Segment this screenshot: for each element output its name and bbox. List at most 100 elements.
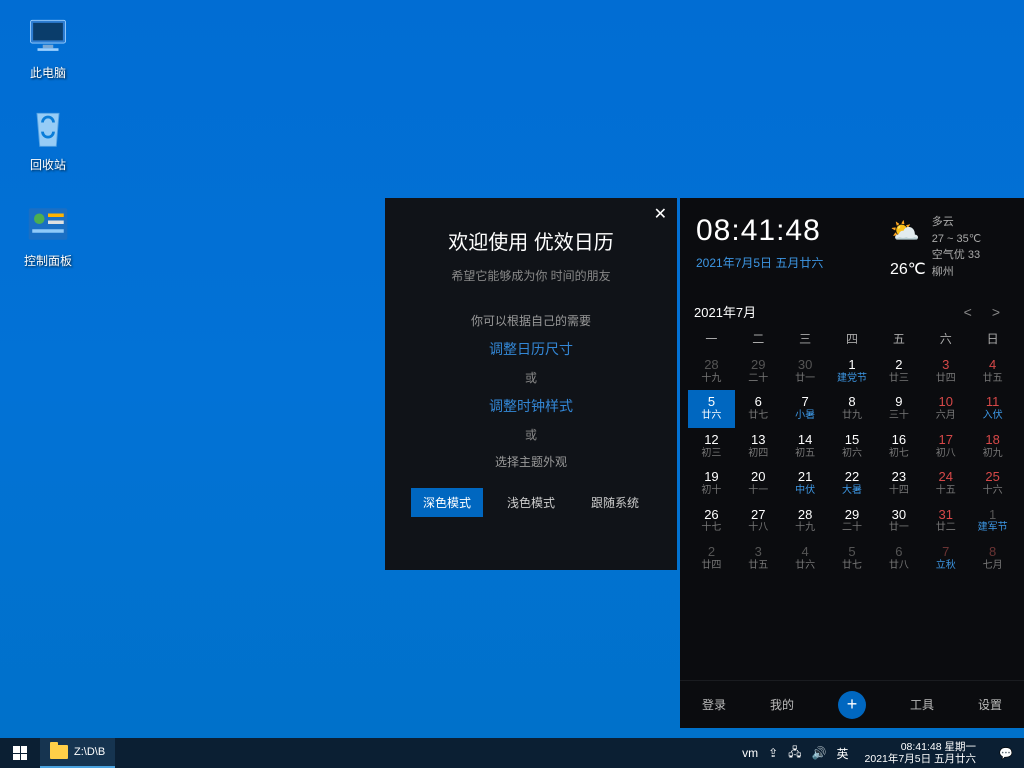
calendar-widget: 08:41:48 2021年7月5日 五月廿六 ⛅ 26℃ 多云 27 ~ 35… [680, 198, 1024, 728]
calendar-day-cell[interactable]: 21中伏 [782, 465, 829, 502]
calendar-day-cell[interactable]: 6廿八 [875, 540, 922, 577]
calendar-day-cell[interactable]: 17初八 [922, 428, 969, 465]
desktop-icon-recycle-bin[interactable]: 回收站 [10, 104, 86, 173]
weekday-cell: 四 [829, 327, 876, 353]
calendar-day-cell[interactable]: 5廿六 [688, 390, 735, 427]
weather-temp: 26℃ [890, 258, 926, 282]
taskbar-item-label: Z:\D\B [74, 746, 105, 758]
calendar-day-cell[interactable]: 11入伏 [969, 390, 1016, 427]
calendar-day-cell[interactable]: 7立秋 [922, 540, 969, 577]
calendar-week-row: 12初三13初四14初五15初六16初七17初八18初九 [688, 428, 1016, 465]
welcome-hint: 你可以根据自己的需要 [403, 312, 659, 329]
calendar-day-cell[interactable]: 15初六 [829, 428, 876, 465]
weekday-cell: 二 [735, 327, 782, 353]
calendar-day-cell[interactable]: 4廿五 [969, 353, 1016, 390]
calendar-day-cell[interactable]: 24十五 [922, 465, 969, 502]
weekday-cell: 六 [922, 327, 969, 353]
calendar-day-cell[interactable]: 31廿二 [922, 503, 969, 540]
clock-block: 08:41:48 2021年7月5日 五月廿六 [696, 214, 882, 282]
footer-login[interactable]: 登录 [702, 696, 726, 713]
calendar-day-cell[interactable]: 28十九 [688, 353, 735, 390]
calendar-day-cell[interactable]: 16初七 [875, 428, 922, 465]
calendar-day-cell[interactable]: 26十七 [688, 503, 735, 540]
calendar-day-cell[interactable]: 19初十 [688, 465, 735, 502]
calendar-day-cell[interactable]: 13初四 [735, 428, 782, 465]
theme-light-button[interactable]: 浅色模式 [495, 488, 567, 517]
calendar-day-cell[interactable]: 10六月 [922, 390, 969, 427]
calendar-week-row: 19初十20十一21中伏22大暑23十四24十五25十六 [688, 465, 1016, 502]
welcome-dialog: ✕ 欢迎使用 优效日历 希望它能够成为你 时间的朋友 你可以根据自己的需要 调整… [385, 198, 677, 570]
calendar-footer: 登录 我的 + 工具 设置 [680, 680, 1024, 728]
calendar-day-cell[interactable]: 12初三 [688, 428, 735, 465]
calendar-day-cell[interactable]: 18初九 [969, 428, 1016, 465]
calendar-day-cell[interactable]: 30廿一 [782, 353, 829, 390]
calendar-day-cell[interactable]: 2廿三 [875, 353, 922, 390]
calendar-day-cell[interactable]: 29二十 [735, 353, 782, 390]
clock-time: 08:41:48 [696, 214, 882, 248]
weekday-cell: 五 [875, 327, 922, 353]
windows-logo-icon [13, 746, 27, 760]
calendar-day-cell[interactable]: 4廿六 [782, 540, 829, 577]
welcome-title: 欢迎使用 优效日历 [403, 226, 659, 255]
recycle-bin-icon [24, 104, 72, 152]
taskbar: Z:\D\B vm ⇪ 🖧 🔊 英 08:41:48 星期一 2021年7月5日… [0, 738, 1024, 768]
weekday-cell: 三 [782, 327, 829, 353]
weather-city: 柳州 [932, 264, 981, 281]
footer-tools[interactable]: 工具 [910, 696, 934, 713]
calendar-day-cell[interactable]: 28十九 [782, 503, 829, 540]
calendar-day-cell[interactable]: 29二十 [829, 503, 876, 540]
prev-month-button[interactable]: < [954, 304, 982, 320]
calendar-day-cell[interactable]: 3廿四 [922, 353, 969, 390]
notification-icon[interactable]: 💬 [992, 747, 1020, 760]
weather-block[interactable]: ⛅ 26℃ 多云 27 ~ 35℃ 空气优 33 柳州 [890, 214, 1012, 282]
tray-network-icon[interactable]: 🖧 [788, 743, 801, 764]
weather-cond: 多云 [932, 214, 981, 231]
calendar-day-cell[interactable]: 23十四 [875, 465, 922, 502]
calendar-weekday-row: 一二三四五六日 [688, 327, 1016, 353]
taskbar-clock-time: 08:41:48 星期一 [865, 741, 976, 753]
desktop-icon-label: 控制面板 [10, 252, 86, 269]
adjust-clock-link[interactable]: 调整时钟样式 [403, 396, 659, 416]
theme-system-button[interactable]: 跟随系统 [579, 488, 651, 517]
calendar-week-row: 28十九29二十30廿一1建党节2廿三3廿四4廿五 [688, 353, 1016, 390]
calendar-month-label[interactable]: 2021年7月 [694, 302, 954, 321]
calendar-day-cell[interactable]: 20十一 [735, 465, 782, 502]
tray-volume-icon[interactable]: 🔊 [812, 746, 827, 760]
desktop-icon-control-panel[interactable]: 控制面板 [10, 200, 86, 269]
calendar-day-cell[interactable]: 1建党节 [829, 353, 876, 390]
footer-mine[interactable]: 我的 [770, 696, 794, 713]
footer-add-button[interactable]: + [838, 691, 866, 719]
system-tray: vm ⇪ 🖧 🔊 英 08:41:48 星期一 2021年7月5日 五月廿六 💬 [742, 738, 1024, 768]
calendar-day-cell[interactable]: 25十六 [969, 465, 1016, 502]
welcome-or: 或 [403, 369, 659, 386]
start-button[interactable] [0, 738, 40, 768]
calendar-day-cell[interactable]: 22大暑 [829, 465, 876, 502]
desktop-icon-label: 回收站 [10, 156, 86, 173]
calendar-day-cell[interactable]: 14初五 [782, 428, 829, 465]
adjust-size-link[interactable]: 调整日历尺寸 [403, 339, 659, 359]
calendar-header: 08:41:48 2021年7月5日 五月廿六 ⛅ 26℃ 多云 27 ~ 35… [680, 198, 1024, 292]
folder-icon [50, 745, 68, 759]
tray-ime[interactable]: 英 [837, 745, 849, 762]
calendar-day-cell[interactable]: 3廿五 [735, 540, 782, 577]
next-month-button[interactable]: > [982, 304, 1010, 320]
calendar-day-cell[interactable]: 9三十 [875, 390, 922, 427]
taskbar-clock[interactable]: 08:41:48 星期一 2021年7月5日 五月廿六 [859, 741, 982, 765]
tray-usb-icon[interactable]: ⇪ [768, 746, 778, 760]
theme-dark-button[interactable]: 深色模式 [411, 488, 483, 517]
calendar-day-cell[interactable]: 30廿一 [875, 503, 922, 540]
close-icon[interactable]: ✕ [654, 204, 667, 224]
calendar-day-cell[interactable]: 5廿七 [829, 540, 876, 577]
calendar-day-cell[interactable]: 7小暑 [782, 390, 829, 427]
calendar-day-cell[interactable]: 6廿七 [735, 390, 782, 427]
calendar-day-cell[interactable]: 2廿四 [688, 540, 735, 577]
desktop-icon-this-pc[interactable]: 此电脑 [10, 12, 86, 81]
calendar-day-cell[interactable]: 8七月 [969, 540, 1016, 577]
taskbar-explorer-item[interactable]: Z:\D\B [40, 738, 115, 768]
calendar-day-cell[interactable]: 8廿九 [829, 390, 876, 427]
tray-vm-icon[interactable]: vm [742, 746, 758, 760]
welcome-subtitle: 希望它能够成为你 时间的朋友 [403, 267, 659, 284]
footer-settings[interactable]: 设置 [978, 696, 1002, 713]
calendar-day-cell[interactable]: 1建军节 [969, 503, 1016, 540]
calendar-day-cell[interactable]: 27十八 [735, 503, 782, 540]
